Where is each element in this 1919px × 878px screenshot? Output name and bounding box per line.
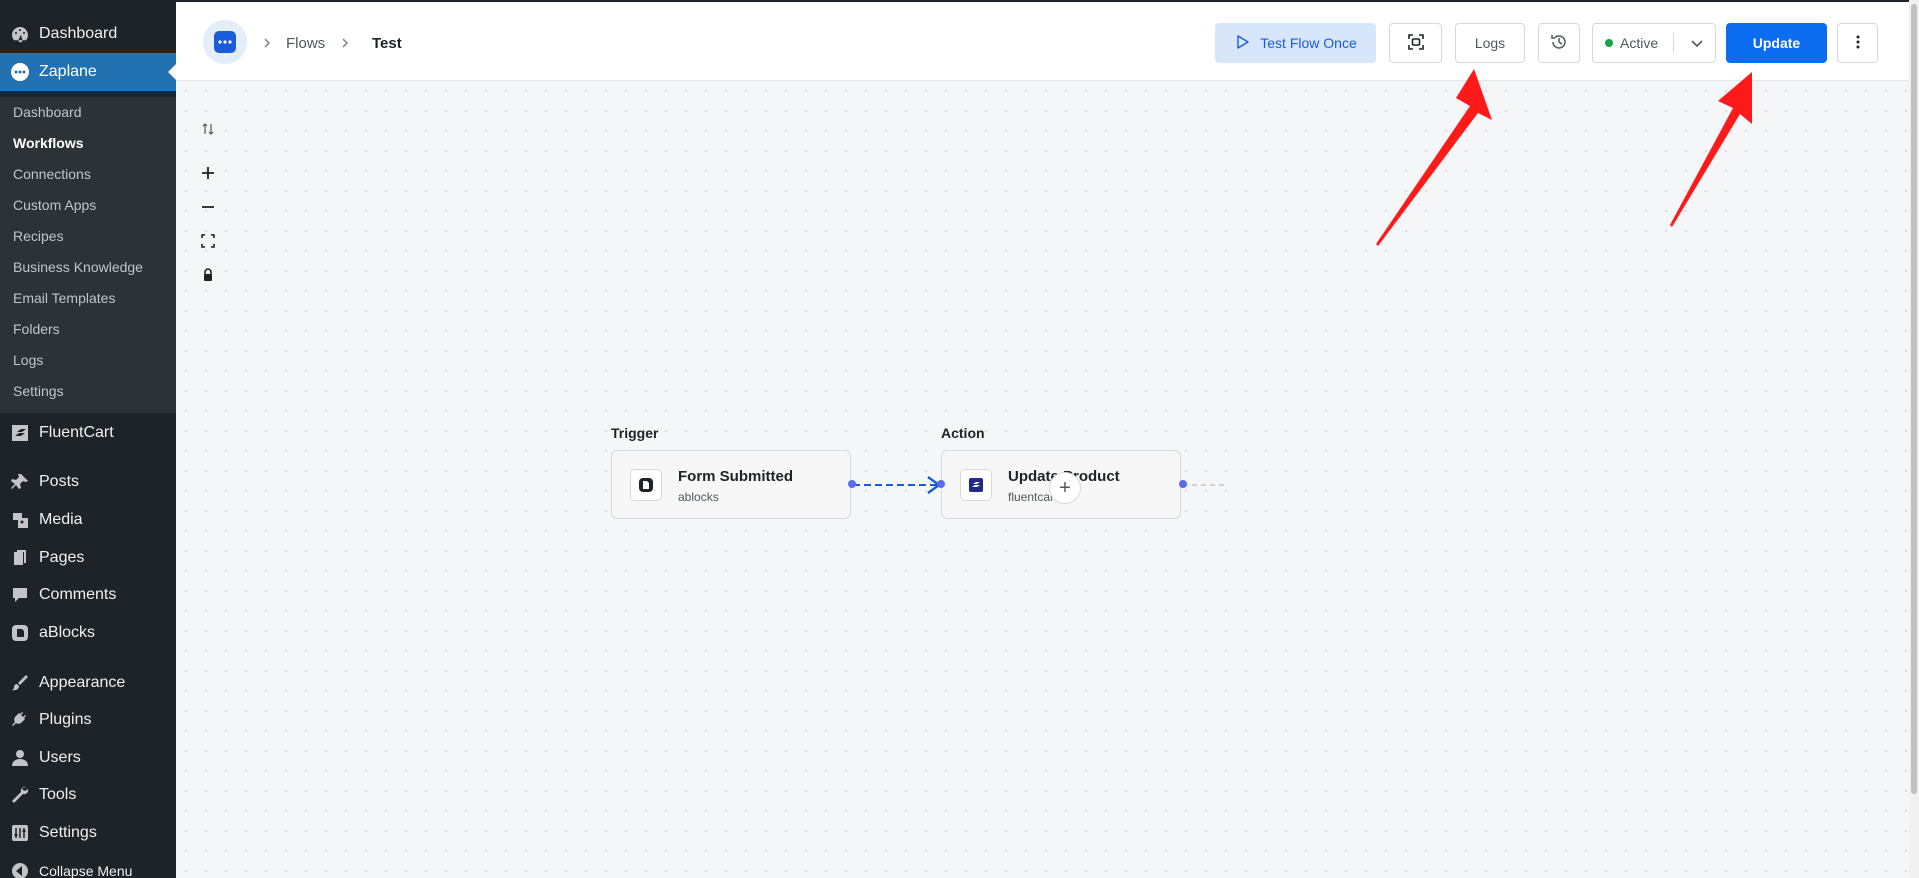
ablocks-app-icon [630,469,662,501]
sidebar-item-comments[interactable]: Comments [0,576,176,614]
trigger-section-label: Trigger [611,425,659,441]
submenu-item-email-templates[interactable]: Email Templates [13,288,115,308]
media-icon [9,509,31,531]
sidebar-item-users[interactable]: Users [0,739,176,777]
plus-icon: + [1059,476,1071,499]
trigger-node[interactable]: Form Submitted ablocks [611,450,851,519]
chevron-right-icon [341,35,349,48]
user-icon [9,747,31,769]
sidebar-item-plugins[interactable]: Plugins [0,701,176,739]
sidebar-item-label: Posts [39,473,80,490]
more-options-button[interactable] [1837,23,1878,63]
fit-view-button[interactable] [1389,23,1442,63]
fluentcart-app-icon [960,469,992,501]
comment-icon [9,584,31,606]
node-title: Form Submitted [678,468,793,485]
test-flow-button[interactable]: Test Flow Once [1215,23,1376,63]
action-section-label: Action [941,425,985,441]
settings-sliders-icon [9,822,31,844]
sidebar-item-label: Zaplane [39,63,97,80]
history-button[interactable] [1538,23,1580,63]
dropdown-divider [1673,33,1674,53]
chevron-right-icon [263,35,271,48]
update-button[interactable]: Update [1726,23,1827,63]
active-status-dot [1605,39,1613,47]
flow-canvas[interactable]: Trigger Form Submitted ablocks Action Up… [176,81,1909,878]
test-flow-label: Test Flow Once [1260,35,1357,51]
breadcrumb-current: Test [372,35,402,52]
vertical-dots-icon [1856,35,1860,52]
sidebar-item-label: Media [39,511,83,528]
admin-sidebar: Dashboard Zaplane Dashboard Workflows Co… [0,0,176,878]
brush-icon [9,672,31,694]
chevron-down-icon[interactable] [1690,36,1704,53]
submenu-item-folders[interactable]: Folders [13,319,60,339]
sidebar-item-appearance[interactable]: Appearance [0,664,176,702]
sidebar-item-posts[interactable]: Posts [0,463,176,501]
sidebar-item-pages[interactable]: Pages [0,539,176,577]
zaplane-icon [9,61,31,83]
breadcrumb-flows[interactable]: Flows [286,35,325,52]
status-label: Active [1620,35,1659,51]
zaplane-submenu: Dashboard Workflows Connections Custom A… [0,97,176,413]
sidebar-item-label: Collapse Menu [39,863,133,878]
status-dropdown[interactable]: Active [1592,23,1716,63]
submenu-item-connections[interactable]: Connections [13,164,91,184]
submenu-item-logs[interactable]: Logs [13,350,43,370]
pin-icon [9,471,31,493]
sidebar-item-label: Pages [39,549,85,566]
submenu-item-custom-apps[interactable]: Custom Apps [13,195,96,215]
zaplane-logo-icon [214,31,236,53]
submenu-item-recipes[interactable]: Recipes [13,226,64,246]
plug-icon [9,709,31,731]
sidebar-item-label: Settings [39,824,97,841]
sidebar-item-dashboard[interactable]: Dashboard [0,15,176,53]
sidebar-item-label: aBlocks [39,624,96,641]
sidebar-item-tools[interactable]: Tools [0,776,176,814]
sidebar-item-label: Users [39,749,81,766]
ablocks-icon [9,622,31,644]
flow-header: Flows Test Test Flow Once Logs Active Up… [176,0,1909,81]
play-icon [1234,34,1260,53]
sidebar-item-settings[interactable]: Settings [0,814,176,852]
pages-icon [9,547,31,569]
sidebar-item-zaplane[interactable]: Zaplane [0,53,176,91]
sidebar-item-label: FluentCart [39,424,114,441]
sidebar-item-label: Tools [39,786,77,803]
sidebar-item-label: Comments [39,586,117,603]
collapse-icon [9,860,31,878]
submenu-item-business-knowledge[interactable]: Business Knowledge [13,257,143,277]
sidebar-item-fluentcart[interactable]: FluentCart [0,414,176,452]
sidebar-item-label: Plugins [39,711,92,728]
submenu-item-dashboard[interactable]: Dashboard [13,102,82,122]
logs-button[interactable]: Logs [1455,23,1525,63]
node-app-name: ablocks [678,490,719,504]
sidebar-item-label: Appearance [39,674,126,691]
sidebar-item-media[interactable]: Media [0,501,176,539]
input-port[interactable] [937,480,945,488]
dashboard-icon [9,23,31,45]
sidebar-item-ablocks[interactable]: aBlocks [0,614,176,652]
scrollbar-thumb[interactable] [1911,4,1917,794]
focus-frame-icon [1407,33,1425,54]
output-port[interactable] [848,480,856,488]
zaplane-logo[interactable] [203,20,247,64]
fluentcart-icon [9,422,31,444]
add-step-button[interactable]: + [1049,472,1081,504]
collapse-menu-button[interactable]: Collapse Menu [0,852,176,878]
wrench-icon [9,784,31,806]
sidebar-item-label: Dashboard [39,25,118,42]
history-icon [1550,33,1568,54]
output-port[interactable] [1179,480,1187,488]
submenu-item-settings[interactable]: Settings [13,381,64,401]
submenu-item-workflows[interactable]: Workflows [13,133,84,153]
